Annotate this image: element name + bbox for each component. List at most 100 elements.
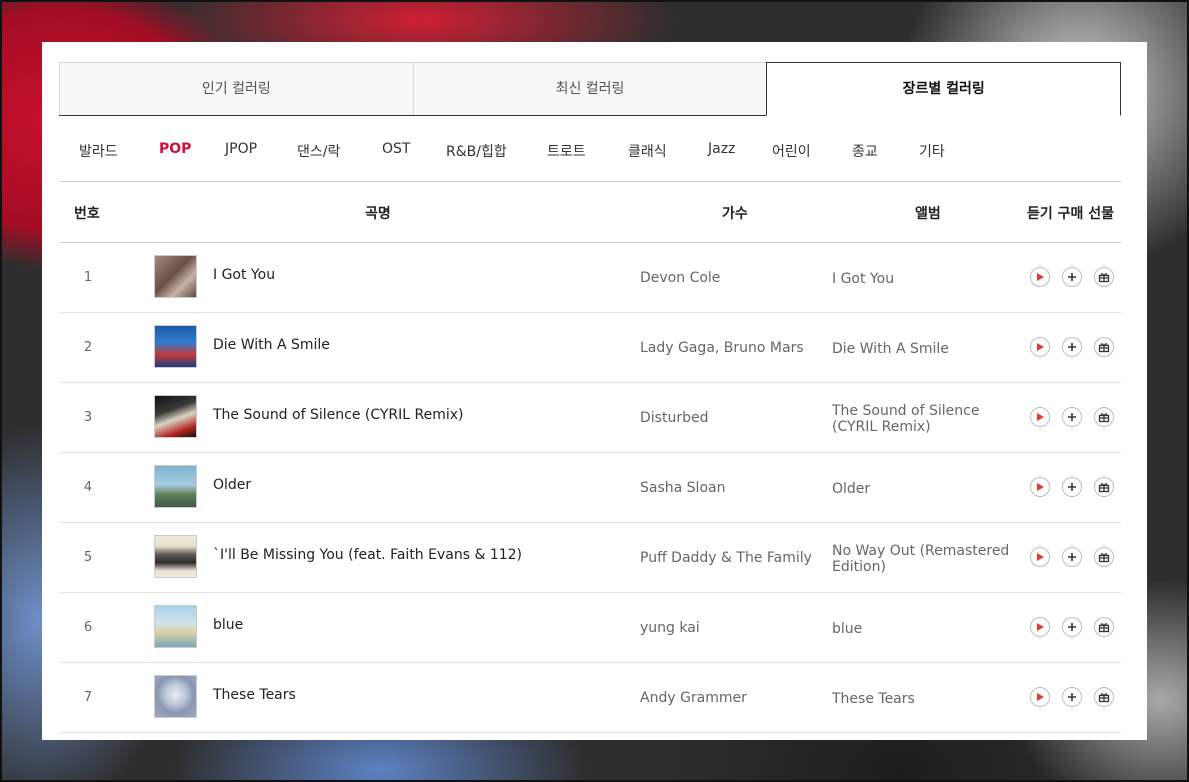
play-button[interactable] [1030,617,1050,637]
buy-button[interactable] [1062,267,1082,287]
row-number: 4 [83,480,93,495]
buy-button[interactable] [1062,687,1082,707]
play-button[interactable] [1030,477,1050,497]
row-number: 3 [83,410,93,425]
gift-icon [1098,273,1110,283]
genre-etc[interactable]: 기타 [919,141,945,161]
gift-icon [1098,693,1110,703]
gift-button[interactable] [1094,477,1114,497]
row-number: 6 [83,620,93,635]
row-number: 5 [83,550,93,565]
song-title[interactable]: These Tears [213,687,296,703]
song-album[interactable]: The Sound of Silence (CYRIL Remix) [832,403,1024,435]
song-artist[interactable]: Sasha Sloan [640,480,725,496]
gift-button[interactable] [1094,617,1114,637]
plus-icon [1068,413,1076,421]
ringtone-chart-panel: 인기 컬러링 최신 컬러링 장르별 컬러링 발라드 POP JPOP 댄스/락 … [42,42,1147,740]
song-artist[interactable]: Devon Cole [640,270,720,286]
genre-classical[interactable]: 클래식 [628,141,667,161]
song-title[interactable]: The Sound of Silence (CYRIL Remix) [213,407,464,423]
table-header: 번호 곡명 가수 앨범 듣기 구매 선물 [59,182,1121,243]
play-button[interactable] [1030,267,1050,287]
play-icon [1037,273,1044,281]
plus-icon [1068,623,1076,631]
song-title[interactable]: Die With A Smile [213,337,330,353]
play-button[interactable] [1030,337,1050,357]
plus-icon [1068,693,1076,701]
album-cover[interactable] [154,675,197,718]
play-button[interactable] [1030,687,1050,707]
song-album[interactable]: Die With A Smile [832,341,1024,357]
plus-icon [1068,273,1076,281]
album-cover[interactable] [154,465,197,508]
album-cover[interactable] [154,395,197,438]
play-icon [1037,413,1044,421]
genre-kids[interactable]: 어린이 [772,141,811,161]
buy-button[interactable] [1062,337,1082,357]
gift-button[interactable] [1094,407,1114,427]
buy-button[interactable] [1062,617,1082,637]
header-album: 앨범 [915,206,941,222]
play-icon [1037,623,1044,631]
buy-button[interactable] [1062,407,1082,427]
tab-popular[interactable]: 인기 컬러링 [59,62,413,116]
gift-button[interactable] [1094,687,1114,707]
song-album[interactable]: These Tears [832,691,1024,707]
song-artist[interactable]: Puff Daddy & The Family [640,550,812,566]
song-list: 1 I Got You Devon Cole I Got You 2 Die W… [59,243,1121,733]
play-button[interactable] [1030,407,1050,427]
gift-button[interactable] [1094,267,1114,287]
song-title[interactable]: `I'll Be Missing You (feat. Faith Evans … [213,547,522,563]
buy-button[interactable] [1062,477,1082,497]
play-button[interactable] [1030,547,1050,567]
tab-latest[interactable]: 최신 컬러링 [412,62,767,116]
gift-icon [1098,483,1110,493]
genre-ballad[interactable]: 발라드 [79,141,118,161]
gift-button[interactable] [1094,547,1114,567]
song-title[interactable]: I Got You [213,267,275,283]
song-artist[interactable]: Lady Gaga, Bruno Mars [640,340,804,356]
plus-icon [1068,483,1076,491]
genre-trot[interactable]: 트로트 [547,141,586,161]
table-row: 5 `I'll Be Missing You (feat. Faith Evan… [59,523,1121,593]
chart-tabs: 인기 컬러링 최신 컬러링 장르별 컬러링 [59,62,1122,116]
album-cover[interactable] [154,535,197,578]
gift-icon [1098,623,1110,633]
play-icon [1037,343,1044,351]
genre-pop[interactable]: POP [159,141,191,157]
song-album[interactable]: No Way Out (Remastered Edition) [832,543,1024,575]
song-title[interactable]: blue [213,617,243,633]
table-row: 3 The Sound of Silence (CYRIL Remix) Dis… [59,383,1121,453]
song-artist[interactable]: Andy Grammer [640,690,747,706]
table-row: 6 blue yung kai blue [59,593,1121,663]
gift-icon [1098,413,1110,423]
header-actions: 듣기 구매 선물 [1027,206,1115,222]
genre-dance-rock[interactable]: 댄스/락 [297,141,340,161]
genre-jpop[interactable]: JPOP [225,141,257,157]
genre-rnb-hiphop[interactable]: R&B/힙합 [446,141,507,161]
row-number: 7 [83,690,93,705]
play-icon [1037,483,1044,491]
album-cover[interactable] [154,325,197,368]
gift-button[interactable] [1094,337,1114,357]
gift-icon [1098,343,1110,353]
genre-filter-bar: 발라드 POP JPOP 댄스/락 OST R&B/힙합 트로트 클래식 Jaz… [59,117,1121,182]
song-artist[interactable]: yung kai [640,620,700,636]
song-album[interactable]: I Got You [832,271,1024,287]
table-row: 4 Older Sasha Sloan Older [59,453,1121,523]
song-title[interactable]: Older [213,477,251,493]
genre-religion[interactable]: 종교 [852,141,878,161]
album-cover[interactable] [154,255,197,298]
tab-genre[interactable]: 장르별 컬러링 [766,62,1122,116]
header-number: 번호 [74,206,100,222]
song-album[interactable]: Older [832,481,1024,497]
album-cover[interactable] [154,605,197,648]
song-album[interactable]: blue [832,621,1024,637]
song-artist[interactable]: Disturbed [640,410,708,426]
buy-button[interactable] [1062,547,1082,567]
header-song: 곡명 [365,206,391,222]
table-row: 1 I Got You Devon Cole I Got You [59,243,1121,313]
plus-icon [1068,553,1076,561]
genre-ost[interactable]: OST [382,141,410,157]
genre-jazz[interactable]: Jazz [708,141,735,157]
